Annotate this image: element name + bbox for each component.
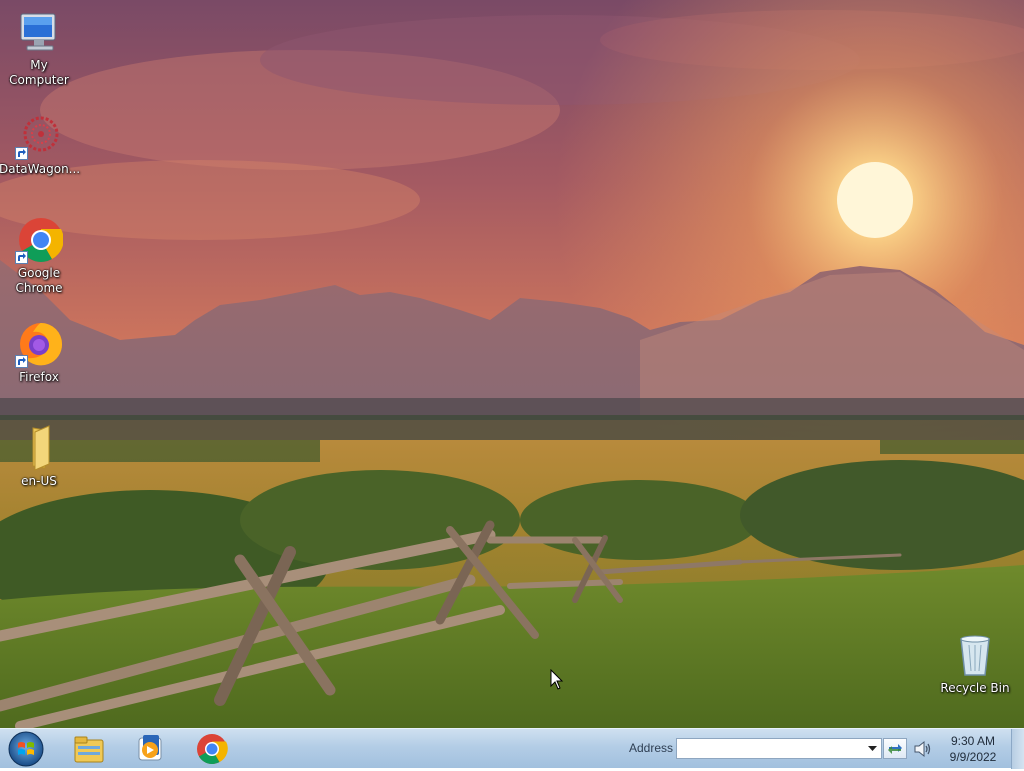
desktop-icon-en-us[interactable]: en-US	[0, 424, 79, 489]
chrome-icon	[15, 216, 63, 264]
taskbar-pinned-chrome[interactable]	[186, 732, 238, 766]
address-dropdown-button[interactable]	[864, 739, 881, 758]
desktop-icon-datawagon[interactable]: DataWagon...	[0, 112, 81, 177]
desktop-icon-label: My Computer	[9, 58, 69, 87]
desktop-icon-my-computer[interactable]: My Computer	[0, 8, 79, 88]
address-input[interactable]	[676, 738, 882, 759]
desktop-icon-label: en-US	[21, 474, 57, 488]
windows-logo-icon	[8, 731, 44, 767]
go-arrows-icon	[888, 743, 902, 754]
desktop-icon-label: Recycle Bin	[940, 681, 1010, 695]
clock-time: 9:30 AM	[950, 734, 996, 748]
taskbar-pinned-media-player[interactable]	[124, 732, 176, 766]
desktop-icon-google-chrome[interactable]: Google Chrome	[0, 216, 79, 296]
desktop-icon-firefox[interactable]: Firefox	[0, 320, 79, 385]
recycle-bin-icon	[951, 631, 999, 679]
chevron-down-icon	[868, 745, 877, 751]
desktop-icon-recycle-bin[interactable]: Recycle Bin	[935, 631, 1015, 696]
mouse-cursor-icon	[550, 668, 564, 691]
address-toolbar-label: Address	[629, 741, 674, 755]
shortcut-arrow-icon	[15, 251, 28, 264]
taskbar: Address 9:30 AM 9/9/2022	[0, 728, 1024, 769]
desktop-wallpaper	[0, 0, 1024, 728]
firefox-icon	[15, 320, 63, 368]
show-desktop-button[interactable]	[1011, 729, 1024, 769]
address-go-button[interactable]	[883, 738, 907, 759]
desktop-icon-label: Firefox	[19, 370, 59, 384]
shortcut-arrow-icon	[15, 147, 28, 160]
taskbar-pinned-explorer[interactable]	[63, 732, 115, 766]
desktop-icon-label: Google Chrome	[15, 266, 63, 295]
datawagon-icon	[15, 112, 63, 160]
chrome-icon	[197, 734, 228, 765]
system-clock[interactable]: 9:30 AM 9/9/2022	[938, 733, 1008, 765]
shortcut-arrow-icon	[15, 355, 28, 368]
start-button[interactable]	[6, 731, 46, 767]
media-player-icon	[138, 735, 162, 761]
volume-icon[interactable]	[913, 740, 933, 758]
clock-date: 9/9/2022	[949, 750, 997, 764]
file-explorer-icon	[74, 736, 104, 763]
computer-icon	[15, 8, 63, 56]
desktop-icon-label: DataWagon...	[0, 162, 81, 176]
folder-icon	[15, 424, 63, 472]
